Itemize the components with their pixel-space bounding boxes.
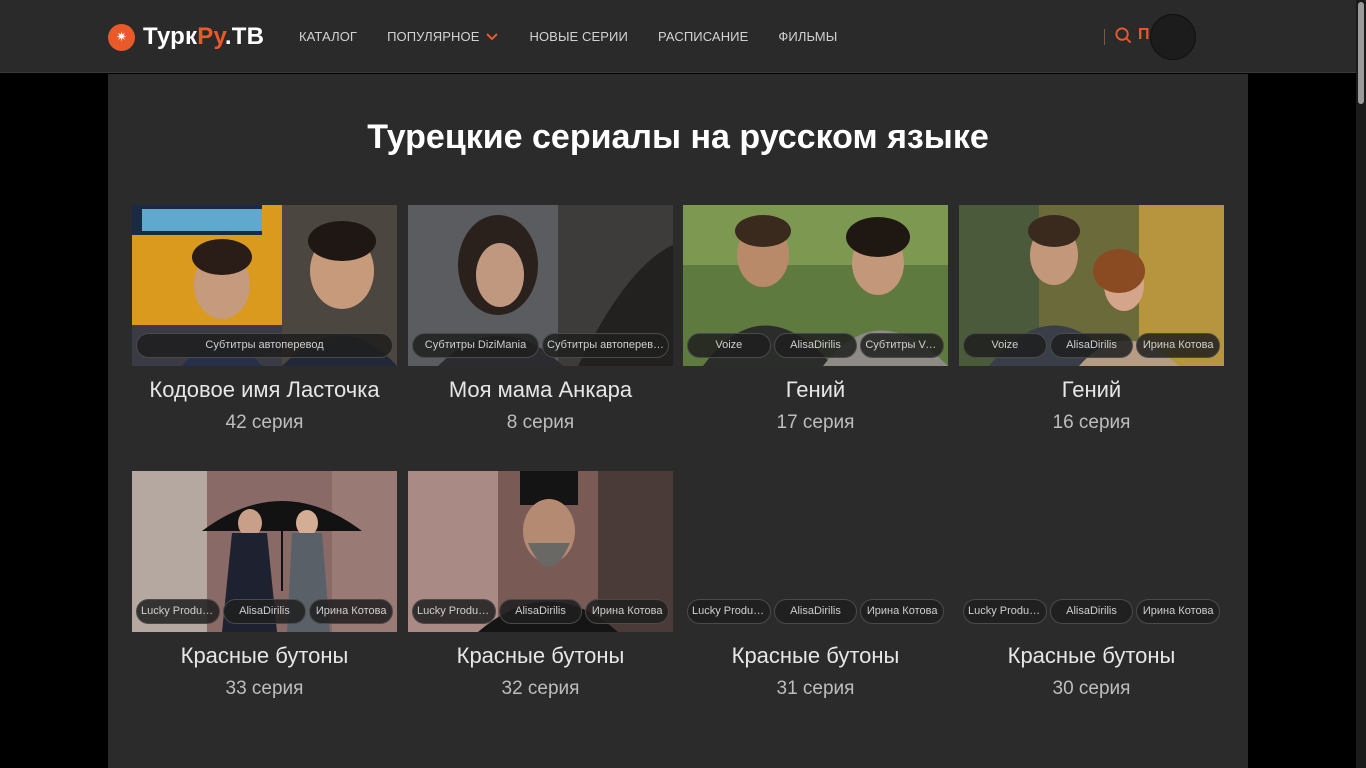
search-icon: [1115, 26, 1132, 43]
voice-tags: Lucky Produc… AlisaDirilis Ирина Котова: [412, 599, 670, 624]
voice-tag[interactable]: Ирина Котова: [860, 599, 945, 624]
voice-tag[interactable]: Ирина Котова: [585, 599, 670, 624]
voice-tag[interactable]: AlisaDirilis: [773, 599, 858, 624]
voice-tag[interactable]: Voize: [963, 333, 1047, 358]
voice-tag[interactable]: Ирина Котова: [309, 599, 394, 624]
voice-tags: Voize AlisaDirilis Субтитры Voi…: [687, 333, 945, 358]
voice-tag[interactable]: Lucky Produc…: [687, 599, 771, 624]
series-thumbnail[interactable]: Субтитры автоперевод: [132, 205, 397, 366]
voice-tag[interactable]: Субтитры автоперевод: [136, 333, 393, 358]
voice-tags: Lucky Produc… AlisaDirilis Ирина Котова: [687, 599, 945, 624]
main-nav: КАТАЛОГ ПОПУЛЯРНОЕ НОВЫЕ СЕРИИ РАСПИСАНИ…: [299, 0, 837, 73]
voice-tags: Субтитры DiziMania Субтитры автоперевод: [412, 333, 669, 358]
user-avatar[interactable]: [1150, 14, 1196, 60]
voice-tag[interactable]: AlisaDirilis: [773, 333, 858, 358]
voice-tags: Voize AlisaDirilis Ирина Котова: [963, 333, 1221, 358]
voice-tags: Субтитры автоперевод: [136, 333, 393, 358]
series-card[interactable]: Lucky Produc… AlisaDirilis Ирина Котова …: [959, 471, 1224, 700]
logo-text: ТуркРу.ТВ: [143, 23, 265, 50]
series-thumbnail[interactable]: Voize AlisaDirilis Субтитры Voi…: [683, 205, 948, 366]
series-card[interactable]: Voize AlisaDirilis Субтитры Voi… Гений 1…: [683, 205, 948, 434]
series-card[interactable]: Lucky Produc… AlisaDirilis Ирина Котова …: [683, 471, 948, 700]
series-thumbnail[interactable]: Lucky Produc… AlisaDirilis Ирина Котова: [959, 471, 1224, 632]
main-content: Турецкие сериалы на русском языке Субтит…: [108, 74, 1248, 768]
series-thumbnail[interactable]: Voize AlisaDirilis Ирина Котова: [959, 205, 1224, 366]
voice-tag[interactable]: Субтитры автоперевод: [542, 333, 669, 358]
series-card[interactable]: Субтитры DiziMania Субтитры автоперевод …: [408, 205, 673, 434]
page-scrollbar[interactable]: [1356, 0, 1366, 768]
episode-number: 33 серия: [225, 678, 304, 699]
series-thumbnail[interactable]: Lucky Produc… AlisaDirilis Ирина Котова: [408, 471, 673, 632]
site-logo[interactable]: ✷ ТуркРу.ТВ: [108, 22, 264, 52]
voice-tag[interactable]: AlisaDirilis: [1049, 599, 1134, 624]
series-card[interactable]: Lucky Produc… AlisaDirilis Ирина Котова …: [132, 471, 397, 700]
voice-tag[interactable]: Субтитры Voi…: [860, 333, 945, 358]
scrollbar-thumb[interactable]: [1358, 2, 1364, 104]
voice-tag[interactable]: AlisaDirilis: [1049, 333, 1134, 358]
chevron-down-icon: [486, 32, 499, 40]
nav-new-episodes[interactable]: НОВЫЕ СЕРИИ: [529, 29, 627, 44]
episode-number: 42 серия: [225, 412, 304, 433]
nav-schedule[interactable]: РАСПИСАНИЕ: [658, 29, 748, 44]
series-title[interactable]: Красные бутоны: [683, 643, 948, 669]
voice-tag[interactable]: Voize: [687, 333, 771, 358]
series-title[interactable]: Гений: [959, 377, 1224, 403]
episode-number: 17 серия: [776, 412, 855, 433]
series-card[interactable]: Lucky Produc… AlisaDirilis Ирина Котова …: [408, 471, 673, 700]
episode-number: 8 серия: [506, 412, 575, 433]
series-title[interactable]: Красные бутоны: [132, 643, 397, 669]
voice-tags: Lucky Produc… AlisaDirilis Ирина Котова: [963, 599, 1221, 624]
series-card[interactable]: Субтитры автоперевод Кодовое имя Ласточк…: [132, 205, 397, 434]
series-thumbnail[interactable]: Lucky Produc… AlisaDirilis Ирина Котова: [132, 471, 397, 632]
series-title[interactable]: Красные бутоны: [408, 643, 673, 669]
voice-tag[interactable]: Ирина Котова: [1136, 599, 1221, 624]
star-badge-icon: ✷: [108, 23, 135, 51]
top-navigation-bar: ✷ ТуркРу.ТВ КАТАЛОГ ПОПУЛЯРНОЕ НОВЫЕ СЕР…: [0, 0, 1356, 73]
nav-popular[interactable]: ПОПУЛЯРНОЕ: [387, 29, 499, 44]
voice-tags: Lucky Produc… AlisaDirilis Ирина Котова: [136, 599, 394, 624]
voice-tag[interactable]: Lucky Produc…: [136, 599, 220, 624]
episode-number: 16 серия: [1052, 412, 1131, 433]
voice-tag[interactable]: Ирина Котова: [1136, 333, 1221, 358]
voice-tag[interactable]: Lucky Produc…: [963, 599, 1047, 624]
series-title[interactable]: Гений: [683, 377, 948, 403]
episode-number: 31 серия: [776, 678, 855, 699]
search-divider: [1104, 29, 1105, 45]
voice-tag[interactable]: AlisaDirilis: [222, 599, 307, 624]
series-title[interactable]: Кодовое имя Ласточка: [132, 377, 397, 403]
voice-tag[interactable]: AlisaDirilis: [498, 599, 583, 624]
series-title[interactable]: Красные бутоны: [959, 643, 1224, 669]
series-title[interactable]: Моя мама Анкара: [408, 377, 673, 403]
voice-tag[interactable]: Субтитры DiziMania: [412, 333, 539, 358]
nav-catalog[interactable]: КАТАЛОГ: [299, 29, 357, 44]
series-thumbnail[interactable]: Субтитры DiziMania Субтитры автоперевод: [408, 205, 673, 366]
voice-tag[interactable]: Lucky Produc…: [412, 599, 496, 624]
series-card[interactable]: Voize AlisaDirilis Ирина Котова Гений 16…: [959, 205, 1224, 434]
episode-number: 30 серия: [1052, 678, 1131, 699]
episode-number: 32 серия: [501, 678, 580, 699]
nav-movies[interactable]: ФИЛЬМЫ: [778, 29, 837, 44]
series-thumbnail[interactable]: Lucky Produc… AlisaDirilis Ирина Котова: [683, 471, 948, 632]
page-title: Турецкие сериалы на русском языке: [367, 118, 989, 156]
